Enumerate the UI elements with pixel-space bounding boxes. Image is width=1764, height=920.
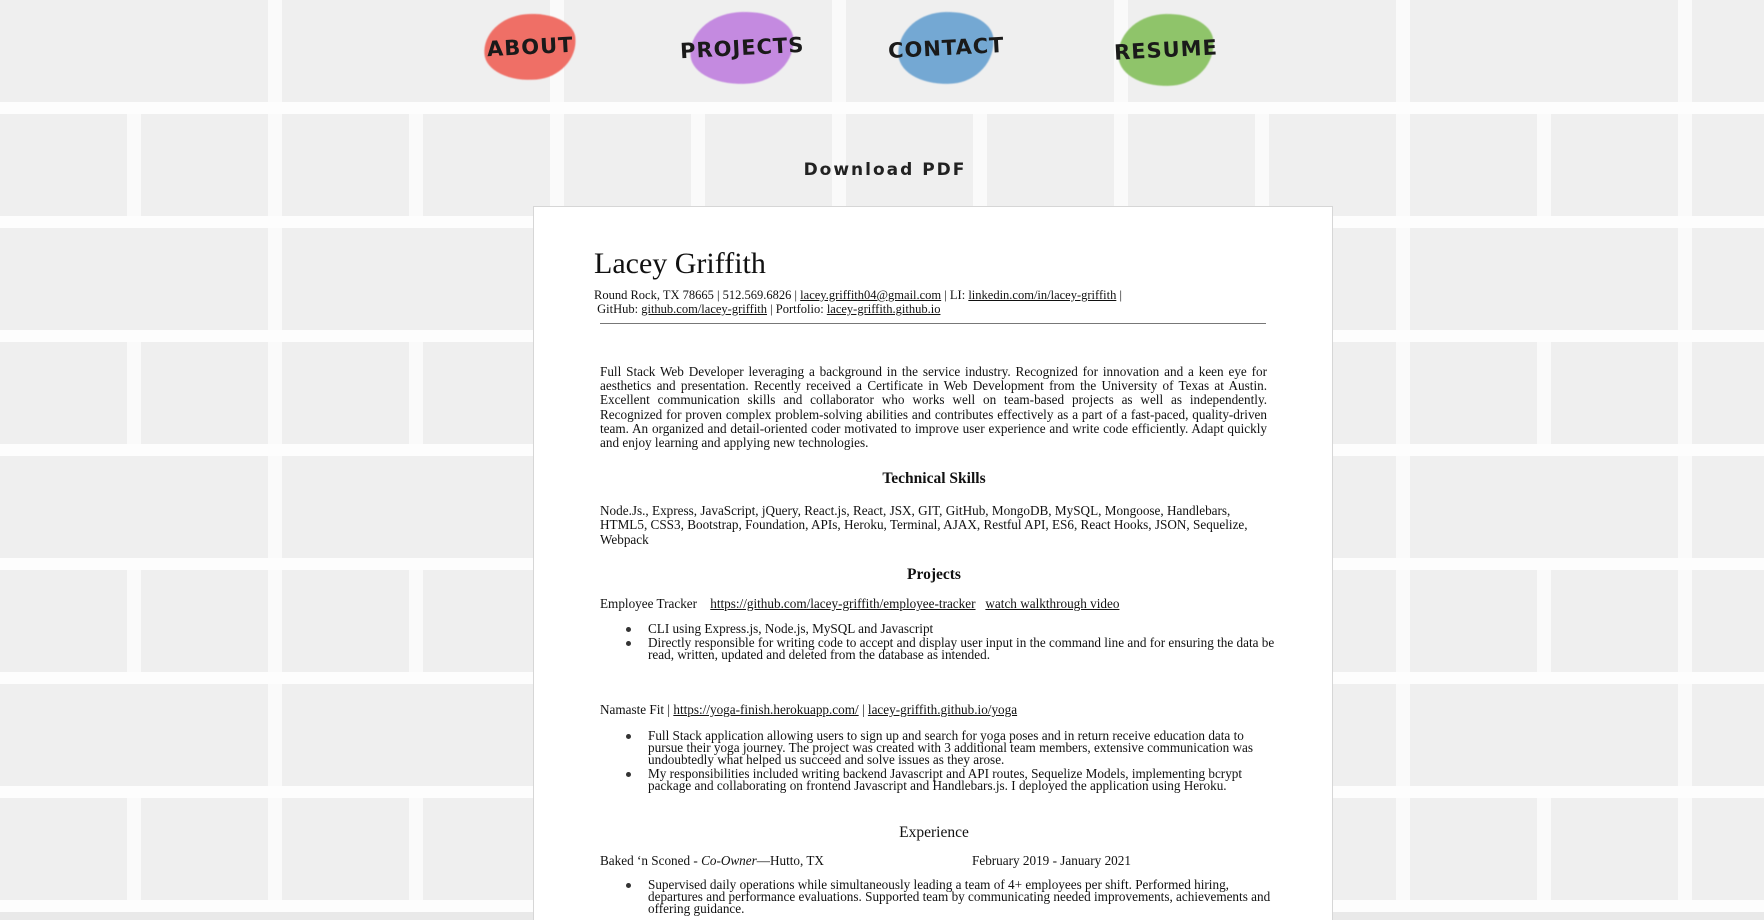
list-item: Directly responsible for writing code to… <box>626 636 1278 661</box>
nav-about[interactable]: ABOUT <box>481 10 579 84</box>
linkedin-link[interactable]: linkedin.com/in/lacey-griffith <box>968 288 1116 302</box>
project-namaste-fit: Namaste Fit | https://yoga-finish.heroku… <box>600 702 1017 718</box>
download-pdf-link[interactable]: Download PDF <box>0 160 1764 180</box>
email-link[interactable]: lacey.griffith04@gmail.com <box>800 288 941 302</box>
projects-heading: Projects <box>907 566 961 583</box>
resume-name: Lacey Griffith <box>594 247 766 280</box>
company-name: Baked ‘n Sconed - <box>600 853 698 868</box>
nav-contact[interactable]: CONTACT <box>887 7 1005 89</box>
contact-line: Round Rock, TX 78665 | 512.569.6826 | la… <box>594 288 1214 316</box>
job1-bullets: Supervised daily operations while simult… <box>626 878 1278 917</box>
list-item: My responsibilities included writing bac… <box>626 767 1278 792</box>
nav-resume[interactable]: RESUME <box>1113 9 1219 91</box>
project-repo-link[interactable]: https://github.com/lacey-griffith/employ… <box>710 596 975 611</box>
resume-document: Lacey Griffith Round Rock, TX 78665 | 51… <box>533 206 1333 920</box>
nav-projects[interactable]: PROJECTS <box>679 7 805 89</box>
divider <box>600 323 1266 324</box>
summary-paragraph: Full Stack Web Developer leveraging a ba… <box>600 364 1267 451</box>
link-separator: | <box>861 702 865 717</box>
skills-list: Node.Js., Express, JavaScript, jQuery, R… <box>600 503 1248 547</box>
job-dates: February 2019 - January 2021 <box>972 853 1131 868</box>
github-link[interactable]: github.com/lacey-griffith <box>641 302 767 316</box>
nav-about-label: ABOUT <box>486 32 574 62</box>
job-baked-n-sconed: Baked ‘n Sconed - Co-Owner—Hutto, TX Feb… <box>600 853 1260 869</box>
project1-bullets: CLI using Express.js, Node.js, MySQL and… <box>626 622 1278 663</box>
portfolio-prefix: | Portfolio: <box>770 302 824 316</box>
project-pages-link[interactable]: lacey-griffith.github.io/yoga <box>868 702 1017 717</box>
portfolio-link[interactable]: lacey-griffith.github.io <box>827 302 941 316</box>
github-prefix: GitHub: <box>597 302 639 316</box>
project-name: Namaste Fit | <box>600 702 671 717</box>
location-phone: Round Rock, TX 78665 | 512.569.6826 | <box>594 288 798 302</box>
skills-heading: Technical Skills <box>882 470 986 487</box>
list-item: Supervised daily operations while simult… <box>626 878 1278 915</box>
experience-heading: Experience <box>899 824 969 841</box>
project-live-link[interactable]: https://yoga-finish.herokuapp.com/ <box>673 702 858 717</box>
project2-bullets: Full Stack application allowing users to… <box>626 729 1278 794</box>
main-nav: ABOUT PROJECTS CONTACT RESUME <box>0 0 1764 100</box>
job-role: Co-Owner <box>701 853 757 868</box>
job-location: —Hutto, TX <box>756 853 824 868</box>
project-video-link[interactable]: watch walkthrough video <box>985 596 1119 611</box>
contact-separator: | <box>1119 288 1122 302</box>
list-item: Full Stack application allowing users to… <box>626 729 1278 766</box>
project-employee-tracker: Employee Tracker https://github.com/lace… <box>600 596 1119 612</box>
linkedin-prefix: | LI: <box>944 288 966 302</box>
project-name: Employee Tracker <box>600 596 698 611</box>
list-item: CLI using Express.js, Node.js, MySQL and… <box>626 622 1278 635</box>
